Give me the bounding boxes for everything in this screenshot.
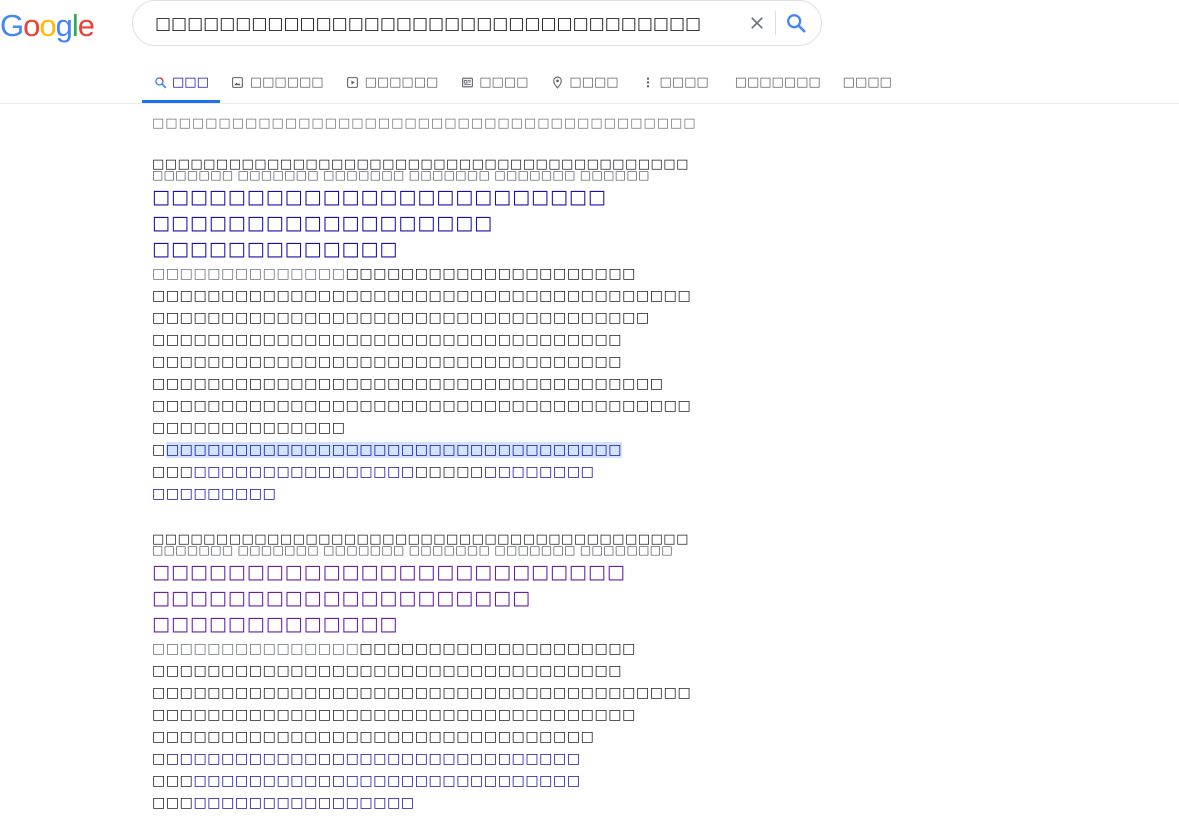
sitelink-separator: □□□□□ (414, 464, 484, 480)
snippet-line: □□□□□□□□□□□□□□□□□□□□□□□□□□□□□□□□□□□□□ (152, 373, 752, 395)
sitelink[interactable]: □□□□□□□□ (484, 464, 595, 480)
close-icon (751, 17, 763, 29)
snippet-line: □□□□□□□□□□□□□□□□□□□□□□□□□□□□□□□□□□□ (152, 638, 752, 660)
snippet-text: □□□□□□□□□□□□□□□□□□□□□□□□□□□□□□□□□□□□ (152, 310, 650, 326)
tab-7[interactable]: □□□□□□□ (724, 64, 832, 100)
tab-label: □□□□□□□ (734, 74, 821, 90)
snippet-line: □□□□□□□□□□□□□□□□□□□□□□□□□□□□□□□□□□□□□□□ (152, 395, 752, 417)
sitelink-prefix: □□□ (152, 773, 194, 789)
search-icon (787, 14, 806, 33)
sitelink[interactable]: □□□□□□□□□□□□□□□□□□□□□□□□□□□□ (193, 773, 580, 789)
result-stats: □□□□□□□□□□□□□□□□□□□□□□□□□□□□□□□□□□□□□□□□… (152, 116, 697, 131)
result-title-line: □□□□□□□□□□□□□□□□□□□□□□□□ (152, 186, 607, 208)
sitelink-row: □□□□□□□□□□□□□□□□□□□□□□□□□□□□□□□ (152, 748, 752, 770)
tab-label: □□□□□□ (364, 74, 439, 90)
snippet-line: □□□□□□□□□□□□□□□□□□□□□□□□□□□□□□□□□□□ (152, 704, 752, 726)
snippet-text: □□□□□□□□□□□□□□□□□□□□□ (345, 266, 636, 282)
tab-1[interactable]: □□□ (142, 64, 220, 103)
sitelink[interactable]: □□□□□□□□□□□□□□□□ (193, 795, 414, 811)
more-icon (641, 75, 655, 89)
snippet-line: □□□□□□□□□□□□□□□□□□□□□□□□□□□□□□□□□□ (152, 660, 752, 682)
news-icon (460, 75, 474, 89)
map-pin-icon (550, 75, 564, 89)
result-url[interactable]: □□□□□□□ □□□□□□□ □□□□□□□ □□□□□□□ □□□□□□□ … (152, 169, 752, 181)
search-result: □□□□□□□□□□□□□□□□□□□□□□□□□□□□□□□□□□□□□□□□… (152, 156, 752, 505)
tab-4[interactable]: □□□□ (449, 64, 539, 100)
tab-label: □□□□ (479, 74, 529, 90)
snippet-line: □□□□□□□□□□□□□□□□□□□□□□□□□□□□□□□□□□□ (152, 263, 752, 285)
result-title-line: □□□□□□□□□□□□□ (152, 613, 399, 635)
snippet-line: □□□□□□□□□□□□□□□□□□□□□□□□□□□□□□□□□□ (152, 351, 752, 373)
tab-label: □□□□□□ (249, 74, 324, 90)
result-title-line: □□□□□□□□□□□□□□□□□□□□ (152, 587, 532, 609)
snippet-text: □□□□□□□□□□□□□□□□□□□□□□□□□□□□□□□□□□□ (152, 707, 636, 723)
snippet-text: □□□□□□□□□□□□□□□□□□□□□□□□□□□□□□□□□□□□□□□ (152, 398, 692, 414)
result-snippet: □□□□□□□□□□□□□□□□□□□□□□□□□□□□□□□□□□□ □□□□□… (152, 638, 752, 748)
result-title-link[interactable]: □□□□□□□□□□□□□□□□□□□□□□□□□□□□□□□□□□□□□□□□… (152, 559, 752, 637)
result-date: □□□□□□□□□□□□□□ (152, 266, 346, 282)
tab-3[interactable]: □□□□□□ (335, 64, 450, 100)
sitelink[interactable]: □□□□□□□□□□□□□□□□□□□□□□□□□□□□□□ (166, 751, 581, 767)
snippet-text: □□□□□□□□□□□□□□□□□□□□□□□□□□□□□□□□□□□□□□□ (152, 288, 692, 304)
snippet-text: □□□□□□□□□□□□□□□□□□□□□□□□□□□□□□□□□□ (152, 354, 623, 370)
snippet-line: □□□□□□□□□□□□□□□□□□□□□□□□□□□□□□□□□□□□ (152, 307, 752, 329)
search-icon (153, 75, 167, 89)
snippet-text: □□□□□□□□□□□□□□ (152, 420, 346, 436)
result-url[interactable]: □□□□□□□ □□□□□□□ □□□□□□□ □□□□□□□ □□□□□□□ … (152, 544, 752, 556)
video-icon (346, 75, 360, 89)
sitelink-prefix: □ (152, 751, 166, 767)
result-title-line: □□□□□□□□□□□□□□□□□□ (152, 212, 494, 234)
tab-label: □□□ (172, 74, 209, 90)
sitelink-row: □□□□□□□□□□□□□□□□□□□□□□□□□□□□□□□ (152, 770, 752, 792)
result-title-line: □□□□□□□□□□□□□□□□□□□□□□□□□ (152, 561, 626, 583)
snippet-text: □□□□□□□□□□□□□□□□□□□□□□□□□□□□□□□□ (152, 729, 595, 745)
sitelink-row: □□□□□□□□□□□□□□□□□□□□□□□□□□□□□□□□ (152, 461, 752, 483)
snippet-line: □□□□□□□□□□□□□□□□□□□□□□□□□□□□□□□□□□ (152, 329, 752, 351)
tab-label: □□□□ (659, 74, 709, 90)
result-date: □□□□□□□□□□□□□□□ (152, 641, 360, 657)
sitelink-row: □□□□□□□□□ (152, 483, 752, 505)
clear-search-button[interactable] (743, 9, 771, 37)
search-button[interactable] (781, 9, 811, 37)
sitelink-prefix: □ (152, 442, 166, 458)
snippet-line: □□□□□□□□□□□□□□□□□□□□□□□□□□□□□□□□□□□□□□□ (152, 682, 752, 704)
snippet-line: □□□□□□□□□□□□□□ (152, 417, 752, 439)
search-result: □□□□□□□□□□□□□□□□□□□□□□□□□□□□□□□□□□□□□□□□… (152, 531, 752, 814)
logo-letter: o (39, 8, 56, 43)
tab-5[interactable]: □□□□ (539, 64, 629, 100)
result-title-line: □□□□□□□□□□□□□ (152, 238, 399, 260)
search-input[interactable] (153, 10, 737, 38)
snippet-text: □□□□□□□□□□□□□□□□□□□□□□□□□□□□□□□□□□□□□ (152, 376, 664, 392)
image-icon (231, 75, 245, 89)
sitelink-row: □□□□□□□□□□□□□□□□□□□ (152, 792, 752, 814)
logo-letter: e (77, 8, 95, 43)
sitelink-prefix: □□□ (152, 464, 194, 480)
snippet-line: □□□□□□□□□□□□□□□□□□□□□□□□□□□□□□□□ (152, 726, 752, 748)
tab-2[interactable]: □□□□□□ (220, 64, 335, 100)
sitelink[interactable]: □□□□□□□□□□□□□□□□□□□□□□□□□□□□□□□□□ (165, 442, 623, 458)
tab-8[interactable]: □□□□ (832, 64, 903, 100)
tab-label: □□□□ (569, 74, 619, 90)
search-divider (775, 11, 776, 35)
search-tabs: □□□ □□□□□□ □□□□□□ □□□□ □□□□ □□□□ □□□□□□□ □□□□ (142, 64, 903, 104)
sitelink-row: □□□□□□□□□□□□□□□□□□□□□□□□□□□□□□□□□□ (152, 439, 752, 461)
logo-letter: g (55, 8, 73, 43)
tab-6[interactable]: □□□□ (630, 64, 720, 100)
tab-label: □□□□ (842, 74, 892, 90)
result-title-link[interactable]: □□□□□□□□□□□□□□□□□□□□□□□□□□□□□□□□□□□□□□□□… (152, 184, 752, 262)
snippet-text: □□□□□□□□□□□□□□□□□□□□□□□□□□□□□□□□□□ (152, 663, 623, 679)
snippet-text: □□□□□□□□□□□□□□□□□□□□□□□□□□□□□□□□□□□□□□□ (152, 685, 692, 701)
sitelink[interactable]: □□□□□□□□□□□□□□□□ (193, 464, 414, 480)
google-logo[interactable]: Google (0, 8, 95, 44)
sitelink[interactable]: □□□□□□□□□ (152, 486, 276, 502)
search-box (132, 0, 822, 46)
snippet-line: □□□□□□□□□□□□□□□□□□□□□□□□□□□□□□□□□□□□□□□ (152, 285, 752, 307)
snippet-text: □□□□□□□□□□□□□□□□□□□□ (359, 641, 636, 657)
logo-letter: o (23, 8, 40, 43)
snippet-text: □□□□□□□□□□□□□□□□□□□□□□□□□□□□□□□□□□ (152, 332, 623, 348)
result-snippet: □□□□□□□□□□□□□□□□□□□□□□□□□□□□□□□□□□□ □□□□□… (152, 263, 752, 439)
logo-letter: G (0, 8, 24, 43)
sitelink-prefix: □□□ (152, 795, 194, 811)
tabs-divider (0, 103, 1179, 104)
